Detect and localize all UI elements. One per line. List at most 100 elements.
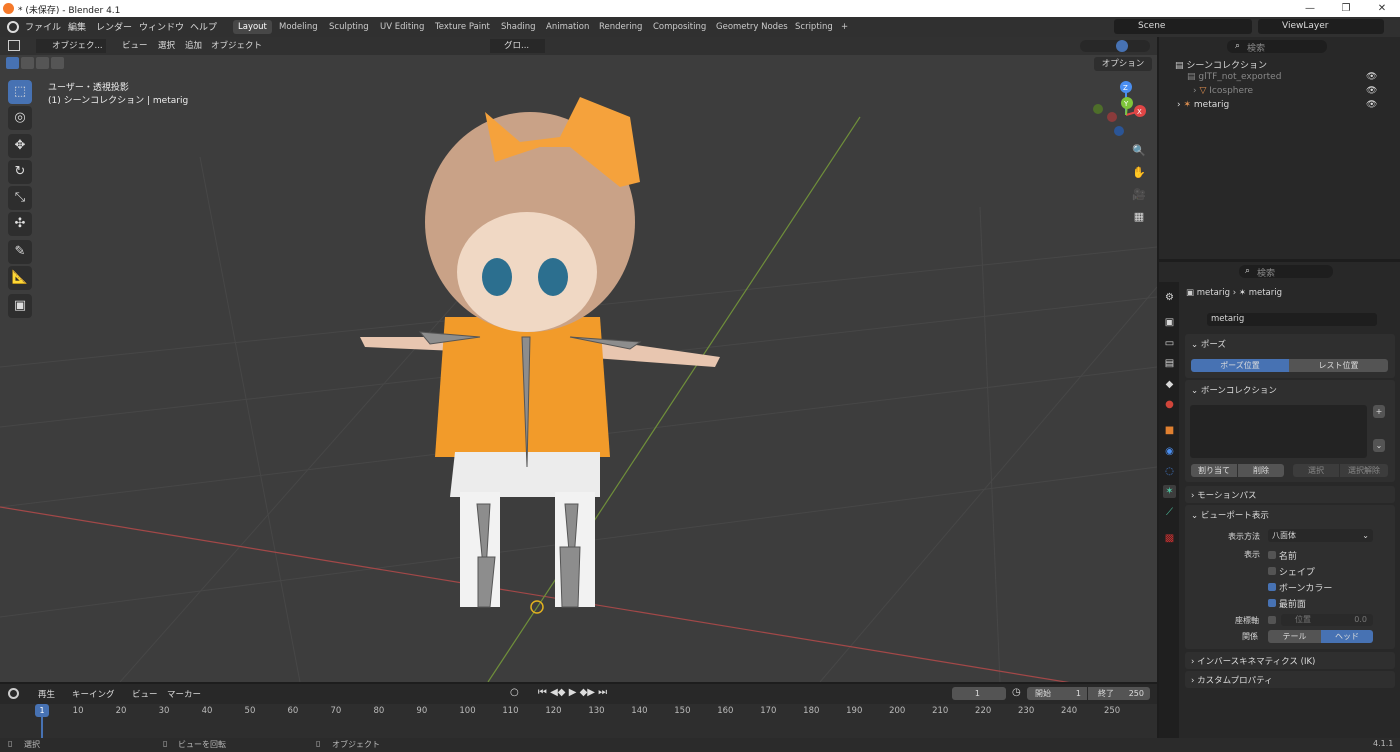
jump-end-icon[interactable]: ⏭ bbox=[598, 687, 607, 698]
viewport-display-header[interactable]: ⌄ ビューポート表示 bbox=[1191, 509, 1269, 521]
expand-chevron-icon[interactable]: › bbox=[1177, 100, 1181, 110]
perspective-grid-icon[interactable]: ▦ bbox=[1130, 208, 1148, 226]
bone-collections-header[interactable]: ⌄ ボーンコレクション bbox=[1191, 384, 1277, 396]
solid-shading-icon[interactable] bbox=[1116, 40, 1128, 52]
scene-icon[interactable]: ◆ bbox=[1163, 378, 1176, 391]
properties-search[interactable]: ⌕ 検索 bbox=[1239, 265, 1333, 279]
add-workspace-button[interactable]: + bbox=[836, 20, 853, 34]
pose-section-header[interactable]: ⌄ ポーズ bbox=[1191, 338, 1226, 350]
head-button[interactable]: ヘッド bbox=[1321, 630, 1373, 643]
menu-help[interactable]: ヘルプ bbox=[190, 20, 217, 33]
ik-panel[interactable]: › インバースキネマティクス (IK) bbox=[1185, 652, 1395, 669]
rotate-icon[interactable]: ↻ bbox=[8, 160, 32, 184]
tab-geometry-nodes[interactable]: Geometry Nodes bbox=[711, 20, 793, 34]
tab-layout[interactable]: Layout bbox=[233, 20, 272, 34]
playback-controls[interactable]: ○ ⏮ ◀◆ ▶ ◆▶ ⏭ bbox=[510, 687, 630, 700]
scene-selector[interactable]: Scene bbox=[1114, 19, 1252, 34]
viewlayer-selector[interactable]: ViewLayer bbox=[1258, 19, 1384, 34]
select-new-icon[interactable] bbox=[6, 57, 19, 69]
view-layer-icon[interactable]: ▤ bbox=[1163, 357, 1176, 370]
select-mode-buttons[interactable] bbox=[6, 57, 76, 69]
close-button[interactable]: ✕ bbox=[1364, 0, 1400, 17]
bone-collection-list[interactable] bbox=[1190, 405, 1367, 458]
transform-icon[interactable]: ✣ bbox=[8, 212, 32, 236]
world-icon[interactable]: ● bbox=[1163, 398, 1176, 411]
tab-sculpting[interactable]: Sculpting bbox=[324, 20, 374, 34]
texture-icon[interactable]: ▩ bbox=[1163, 532, 1176, 545]
select-extend-icon[interactable] bbox=[21, 57, 34, 69]
armature-data-icon[interactable]: ✶ bbox=[1163, 485, 1176, 498]
render-icon[interactable]: ▣ bbox=[1163, 316, 1176, 329]
viewport-menu-view[interactable]: ビュー bbox=[122, 39, 148, 51]
in-front-checkbox[interactable]: 最前面 bbox=[1268, 597, 1306, 610]
timeline-menu-marker[interactable]: マーカー bbox=[167, 688, 201, 700]
3d-viewport[interactable]: X Y Z bbox=[0, 37, 1157, 682]
expand-chevron-icon[interactable]: › bbox=[1193, 86, 1197, 96]
preview-range-icon[interactable]: ◷ bbox=[1012, 687, 1021, 698]
select-subtract-icon[interactable] bbox=[36, 57, 49, 69]
scale-icon[interactable]: ⤡ bbox=[8, 186, 32, 210]
viewport-options-button[interactable]: オプション bbox=[1094, 57, 1152, 71]
cursor-icon[interactable]: ◎ bbox=[8, 106, 32, 130]
mode-selector[interactable]: オブジェク... bbox=[36, 39, 106, 53]
editor-type-icon[interactable] bbox=[8, 40, 20, 51]
camera-view-icon[interactable]: 🎥 bbox=[1130, 186, 1148, 204]
end-frame-field[interactable]: 終了 250 bbox=[1088, 687, 1150, 700]
tab-texture-paint[interactable]: Texture Paint bbox=[430, 20, 495, 34]
timeline-menu-keying[interactable]: キーイング bbox=[72, 688, 115, 700]
rest-position-button[interactable]: レスト位置 bbox=[1289, 359, 1388, 372]
custom-properties-panel[interactable]: › カスタムプロパティ bbox=[1185, 671, 1395, 688]
tab-uv-editing[interactable]: UV Editing bbox=[375, 20, 429, 34]
deselect-button[interactable]: 選択解除 bbox=[1340, 464, 1388, 477]
current-frame-field[interactable]: 1 bbox=[952, 687, 1006, 700]
select-invert-icon[interactable] bbox=[51, 57, 64, 69]
physics-icon[interactable]: ◉ bbox=[1163, 445, 1176, 458]
start-frame-field[interactable]: 開始 1 bbox=[1027, 687, 1087, 700]
output-icon[interactable]: ▭ bbox=[1163, 337, 1176, 350]
tail-button[interactable]: テール bbox=[1268, 630, 1321, 643]
annotate-icon[interactable]: ✎ bbox=[8, 240, 32, 264]
navigation-gizmo[interactable]: X Y Z bbox=[1093, 81, 1146, 136]
next-keyframe-icon[interactable]: ◆▶ bbox=[580, 687, 595, 698]
show-shape-checkbox[interactable]: シェイプ bbox=[1268, 565, 1315, 578]
tab-compositing[interactable]: Compositing bbox=[648, 20, 711, 34]
play-icon[interactable]: ▶ bbox=[569, 687, 577, 698]
add-collection-button[interactable]: + bbox=[1373, 405, 1385, 418]
menu-edit[interactable]: 編集 bbox=[68, 20, 86, 33]
tool-icon[interactable]: ⚙ bbox=[1163, 291, 1176, 304]
visibility-eye-icon[interactable]: 👁 bbox=[1366, 72, 1377, 82]
bone-color-checkbox[interactable]: ボーンカラー bbox=[1268, 581, 1332, 594]
tab-rendering[interactable]: Rendering bbox=[594, 20, 647, 34]
viewport-menu-add[interactable]: 追加 bbox=[185, 39, 202, 51]
bone-icon[interactable]: ⟋ bbox=[1163, 506, 1176, 519]
pan-hand-icon[interactable]: ✋ bbox=[1130, 164, 1148, 182]
menu-window[interactable]: ウィンドウ bbox=[139, 20, 184, 33]
outliner-search[interactable]: ⌕ 検索 bbox=[1227, 40, 1327, 54]
minimize-button[interactable]: — bbox=[1292, 0, 1328, 17]
timeline-menu-playback[interactable]: 再生 bbox=[38, 688, 55, 700]
blender-menu-icon[interactable] bbox=[7, 21, 19, 33]
select-button[interactable]: 選択 bbox=[1293, 464, 1339, 477]
measure-icon[interactable]: 📐 bbox=[8, 266, 32, 290]
object-icon[interactable]: ■ bbox=[1163, 424, 1176, 437]
timeline-editor-type-icon[interactable] bbox=[8, 688, 19, 699]
zoom-icon[interactable]: 🔍 bbox=[1130, 142, 1148, 160]
add-cube-icon[interactable]: ▣ bbox=[8, 294, 32, 318]
visibility-eye-icon[interactable]: 👁 bbox=[1366, 86, 1377, 96]
menu-render[interactable]: レンダー bbox=[96, 20, 132, 33]
display-as-dropdown[interactable]: 八面体 ⌄ bbox=[1268, 529, 1373, 542]
select-box-icon[interactable]: ⬚ bbox=[8, 80, 32, 104]
tab-modeling[interactable]: Modeling bbox=[274, 20, 323, 34]
armature-data-name-field[interactable]: metarig bbox=[1207, 313, 1377, 326]
record-icon[interactable]: ○ bbox=[510, 687, 519, 698]
tab-shading[interactable]: Shading bbox=[496, 20, 541, 34]
current-frame-indicator[interactable]: 1 bbox=[35, 704, 49, 717]
menu-file[interactable]: ファイル bbox=[25, 20, 61, 33]
motion-paths-panel[interactable]: › モーションパス bbox=[1185, 486, 1395, 503]
axes-checkbox[interactable] bbox=[1268, 616, 1276, 624]
visibility-eye-icon[interactable]: 👁 bbox=[1366, 100, 1377, 110]
outliner-item-metarig[interactable]: › ✶ metarig bbox=[1177, 100, 1229, 110]
collection-menu-chevron-icon[interactable]: ⌄ bbox=[1373, 439, 1385, 452]
timeline-menu-view[interactable]: ビュー bbox=[132, 688, 158, 700]
tab-scripting[interactable]: Scripting bbox=[790, 20, 838, 34]
